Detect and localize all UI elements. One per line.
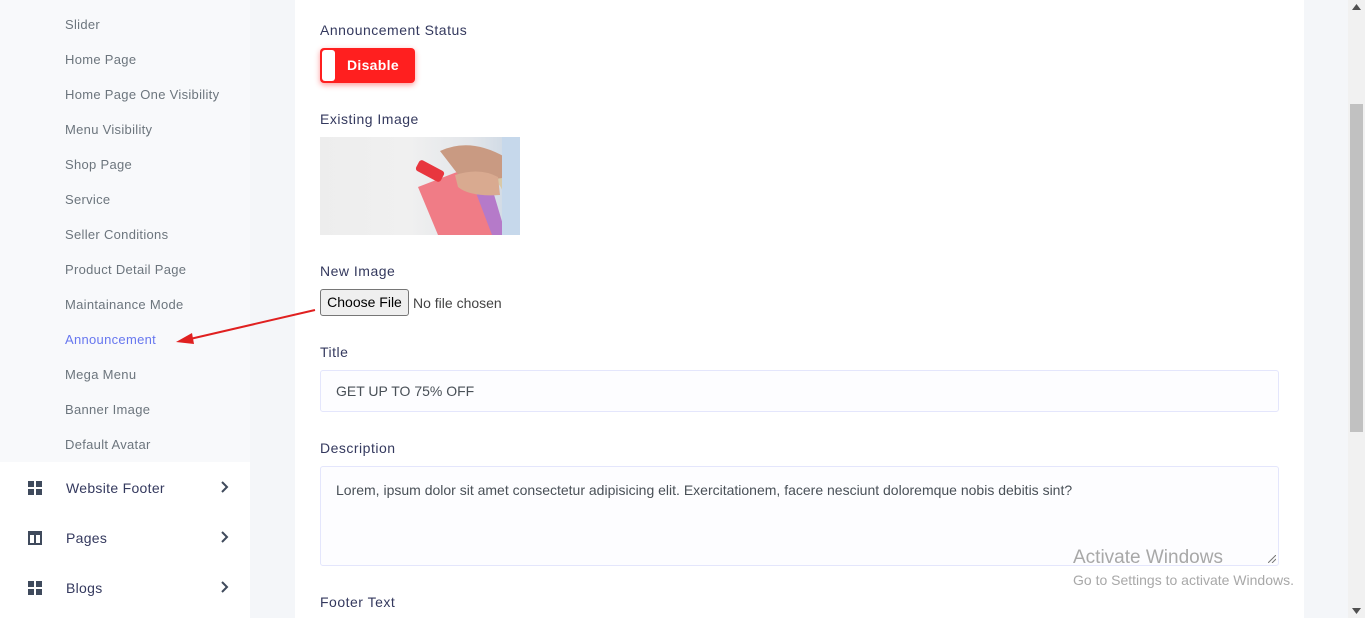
title-label: Title — [320, 344, 349, 360]
sidebar-item-label: Blogs — [66, 580, 103, 596]
page-scrollbar[interactable] — [1348, 0, 1365, 618]
title-input[interactable]: GET UP TO 75% OFF — [320, 370, 1279, 412]
chevron-right-icon — [221, 581, 229, 593]
scroll-down-arrow-icon[interactable] — [1352, 608, 1361, 614]
resize-handle-icon[interactable] — [1268, 555, 1276, 563]
existing-image — [320, 137, 520, 235]
description-text: Lorem, ipsum dolor sit amet consectetur … — [336, 482, 1073, 498]
toggle-knob — [322, 50, 335, 81]
columns-icon — [28, 531, 42, 545]
submenu-item-home-page-one-visibility[interactable]: Home Page One Visibility — [65, 87, 219, 102]
sidebar-item-label: Pages — [66, 530, 108, 546]
submenu-item-service[interactable]: Service — [65, 192, 110, 207]
sidebar: Slider Home Page Home Page One Visibilit… — [0, 0, 250, 618]
sidebar-item-blogs[interactable]: Blogs — [0, 563, 250, 613]
submenu-item-slider[interactable]: Slider — [65, 17, 100, 32]
activate-windows-title: Activate Windows — [1073, 547, 1223, 568]
sidebar-item-label: Website Footer — [66, 480, 165, 496]
submenu-item-mega-menu[interactable]: Mega Menu — [65, 367, 136, 382]
sidebar-item-pages[interactable]: Pages — [0, 513, 250, 563]
announcement-status-label: Announcement Status — [320, 22, 468, 38]
chevron-right-icon — [221, 531, 229, 543]
submenu-item-menu-visibility[interactable]: Menu Visibility — [65, 122, 152, 137]
grid-icon — [28, 481, 42, 495]
scroll-up-arrow-icon[interactable] — [1352, 4, 1361, 10]
shopping-phone-image — [415, 137, 520, 235]
choose-file-button[interactable]: Choose File — [320, 289, 409, 316]
toggle-text: Disable — [347, 57, 399, 73]
footer-text-label: Footer Text — [320, 594, 396, 610]
submenu-item-maintainance-mode[interactable]: Maintainance Mode — [65, 297, 184, 312]
activate-windows-subtitle: Go to Settings to activate Windows. — [1073, 572, 1294, 588]
scrollbar-thumb[interactable] — [1350, 104, 1363, 432]
submenu-item-announcement[interactable]: Announcement — [65, 332, 156, 347]
settings-submenu: Slider Home Page Home Page One Visibilit… — [0, 0, 250, 462]
no-file-chosen-text: No file chosen — [413, 295, 502, 311]
submenu-item-default-avatar[interactable]: Default Avatar — [65, 437, 151, 452]
sidebar-item-website-footer[interactable]: Website Footer — [0, 463, 250, 513]
submenu-item-seller-conditions[interactable]: Seller Conditions — [65, 227, 168, 242]
submenu-item-shop-page[interactable]: Shop Page — [65, 157, 132, 172]
chevron-right-icon — [221, 481, 229, 493]
new-image-label: New Image — [320, 263, 396, 279]
submenu-item-home-page[interactable]: Home Page — [65, 52, 136, 67]
submenu-item-banner-image[interactable]: Banner Image — [65, 402, 150, 417]
description-label: Description — [320, 440, 396, 456]
announcement-status-toggle[interactable]: Disable — [320, 48, 415, 83]
existing-image-label: Existing Image — [320, 111, 419, 127]
submenu-item-product-detail-page[interactable]: Product Detail Page — [65, 262, 186, 277]
grid-icon — [28, 581, 42, 595]
